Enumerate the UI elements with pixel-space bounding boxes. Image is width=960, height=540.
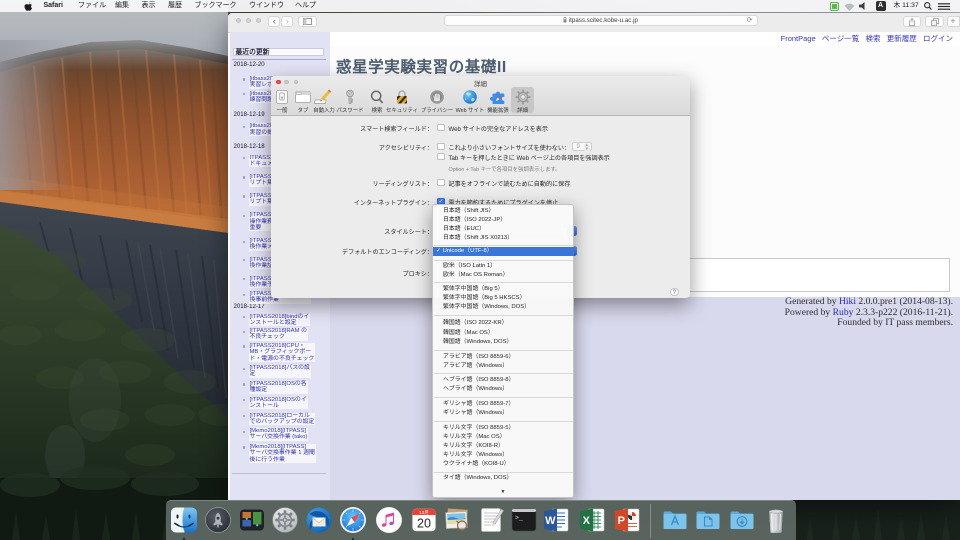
svg-text:W: W xyxy=(545,515,556,527)
svg-text:>_: >_ xyxy=(515,515,523,522)
svg-text:X: X xyxy=(583,515,591,527)
svg-text:P: P xyxy=(617,515,624,527)
svg-text:20: 20 xyxy=(417,517,431,531)
